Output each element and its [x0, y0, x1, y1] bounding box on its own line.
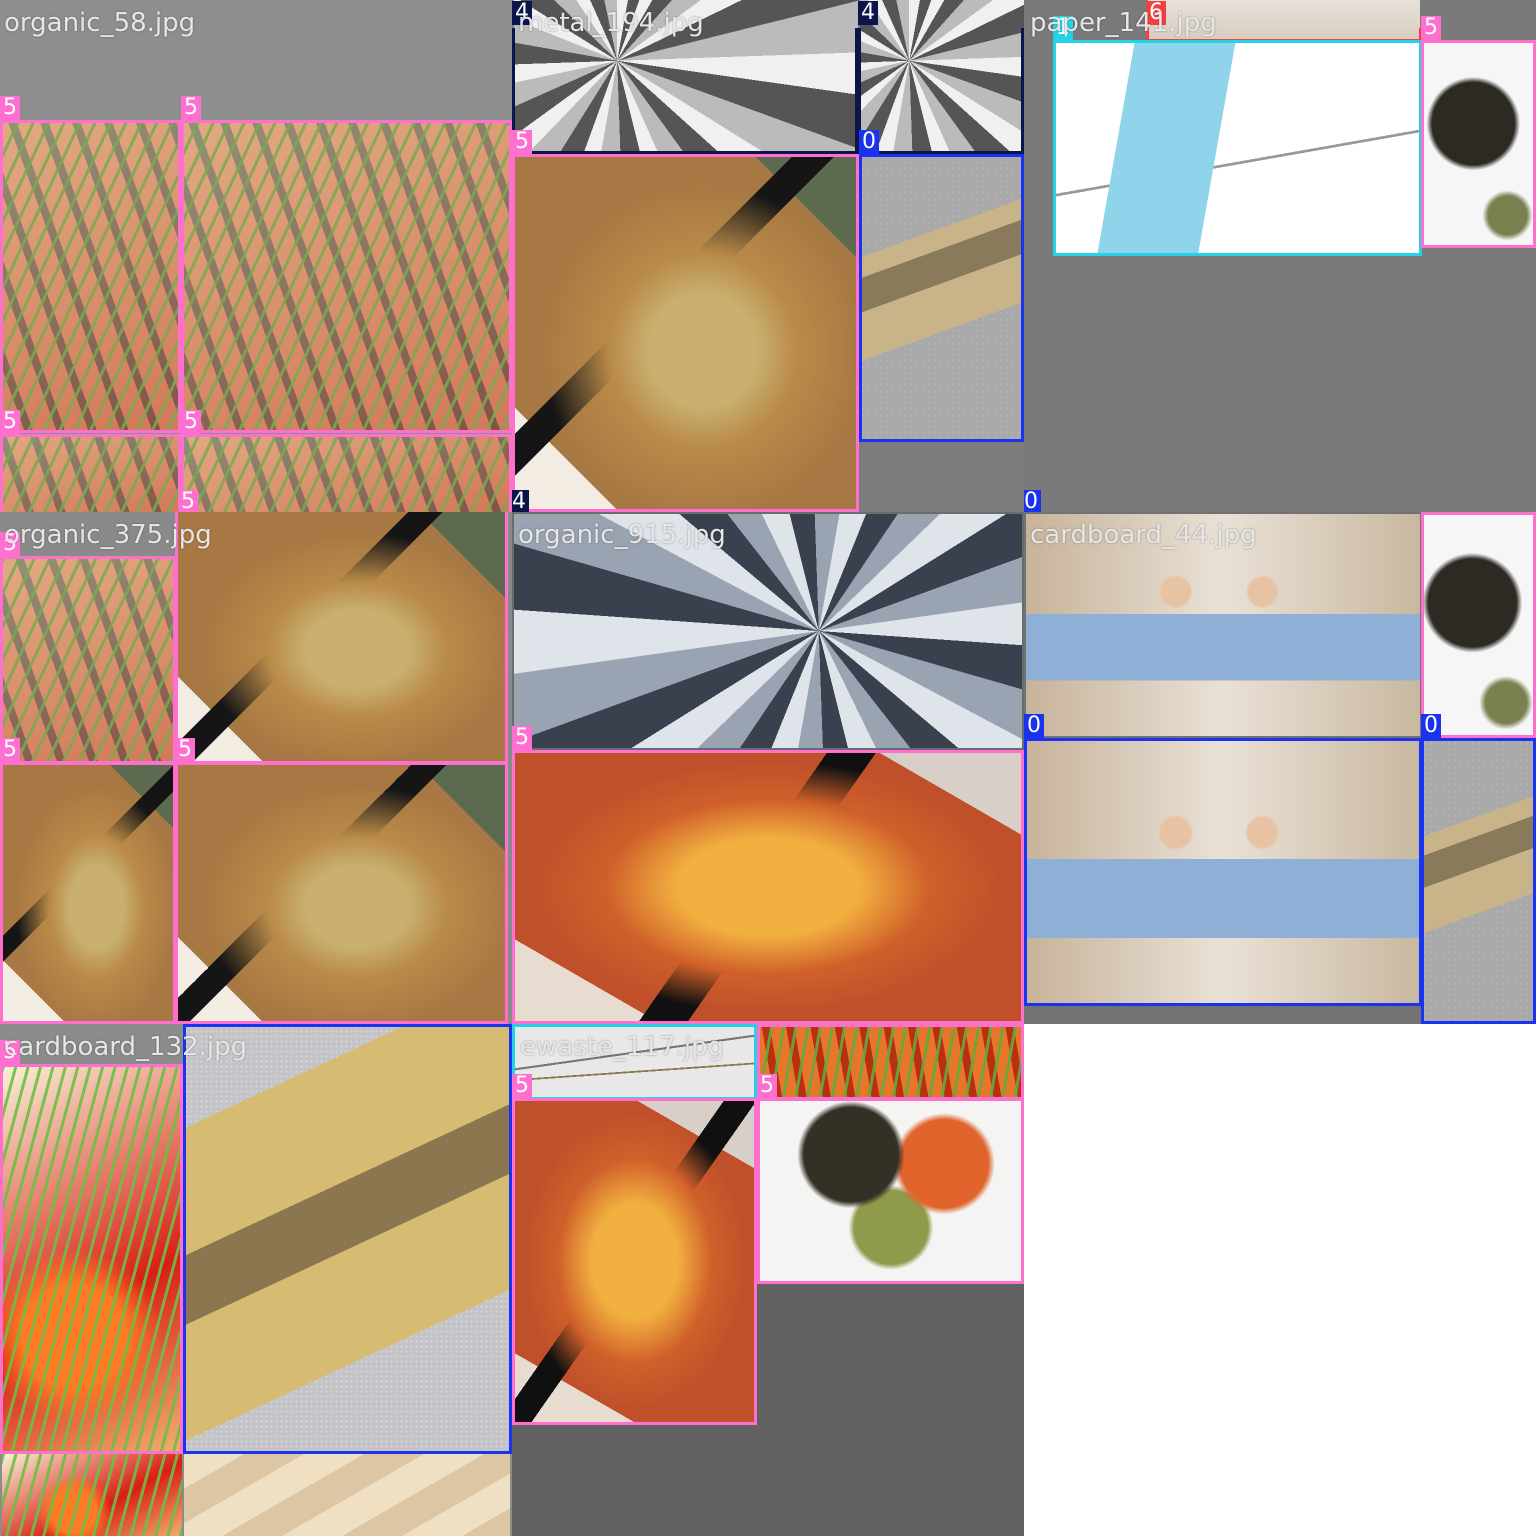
bounding-box: 5: [1421, 512, 1536, 738]
image-filename: paper_141.jpg: [1030, 8, 1217, 38]
mosaic-cell: 5 0 0 cardboard_44.jpg: [1024, 512, 1536, 1024]
mosaic-cell: 1 5 5 5 ewaste_117.jpg: [512, 1024, 1024, 1536]
bounding-box: 5: [757, 1074, 1024, 1284]
bounding-box: 5: [0, 410, 181, 512]
bounding-box: 5: [512, 130, 859, 512]
class-label: 5: [0, 96, 20, 120]
image-tile: [184, 1454, 510, 1536]
mosaic-cell: 4 4 5 0 4 metal_194.jpg: [512, 0, 1024, 512]
class-label: 4: [512, 490, 529, 512]
bounding-box: 4: [858, 1, 1024, 154]
bounding-box: 0: [1421, 714, 1536, 1024]
mosaic-cell: 5 0 cardboard_132.jpg: [0, 1024, 512, 1536]
mosaic-cell: 5 5 5 5 5 organic_58.jpg: [0, 0, 512, 512]
bounding-box: 0: [1024, 714, 1422, 1006]
class-label: 5: [181, 96, 201, 120]
bounding-box: 5: [175, 738, 508, 1024]
image-tile: [2, 1454, 182, 1536]
bounding-box: 5: [0, 532, 176, 764]
bounding-box: 5: [757, 1024, 1024, 1100]
class-label: 5: [512, 1074, 532, 1098]
image-filename: cardboard_44.jpg: [1030, 520, 1257, 550]
image-filename: organic_375.jpg: [4, 520, 212, 550]
class-label: 0: [859, 130, 879, 154]
image-filename: metal_194.jpg: [518, 8, 704, 38]
bounding-box: 5: [175, 512, 508, 764]
class-label: 5: [181, 410, 201, 434]
bounding-box: 5: [0, 1040, 183, 1454]
class-label: 5: [757, 1074, 777, 1098]
bounding-box: 5: [0, 96, 181, 433]
bounding-box: 5: [1421, 16, 1536, 248]
mosaic-cell: 5 5 5 5 organic_375.jpg: [0, 512, 512, 1024]
class-label: 5: [512, 130, 532, 154]
class-label: 5: [0, 738, 20, 762]
bounding-box: 5: [512, 726, 1024, 1024]
image-filename: organic_915.jpg: [518, 520, 726, 550]
class-label: 5: [1421, 16, 1441, 40]
bounding-box: 5: [512, 1074, 757, 1425]
bounding-box: 1: [1053, 16, 1422, 256]
class-label: 5: [512, 726, 532, 750]
bounding-box: 0: [859, 130, 1024, 442]
bounding-box: 5: [0, 738, 176, 1024]
class-label: 0: [1024, 714, 1044, 738]
mosaic-cell: 6 1 5 0 paper_141.jpg: [1024, 0, 1536, 512]
bounding-box: 0: [183, 1024, 512, 1454]
class-label: 0: [1421, 714, 1441, 738]
class-label: 4: [858, 1, 878, 25]
image-filename: ewaste_117.jpg: [520, 1032, 725, 1062]
class-label: 0: [1024, 490, 1041, 512]
image-filename: organic_58.jpg: [4, 8, 196, 38]
bounding-box: 5: [181, 410, 512, 512]
image-filename: cardboard_132.jpg: [4, 1032, 248, 1062]
class-label: 5: [178, 490, 198, 512]
mosaic-grid: 5 5 5 5 5 organic_58.jpg 4 4 5 0 4 metal…: [0, 0, 1536, 1536]
bounding-box: 4: [512, 1, 858, 154]
mosaic-cell: 5 organic_915.jpg: [512, 512, 1024, 1024]
bounding-box: 5: [181, 96, 512, 433]
class-label: 5: [0, 410, 20, 434]
